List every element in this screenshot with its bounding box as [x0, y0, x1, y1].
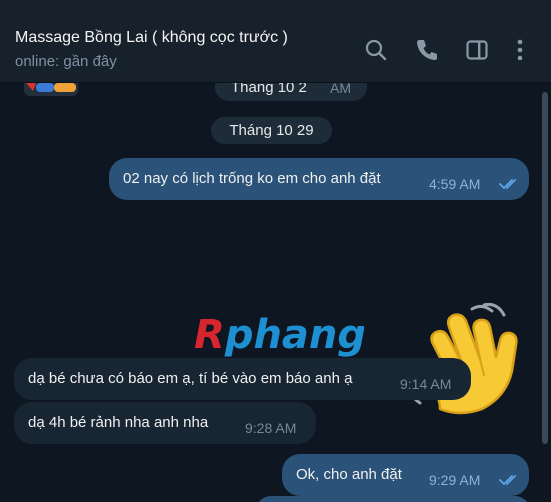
message-outgoing[interactable]: 02 nay có lịch trống ko em cho anh đặt 4… — [109, 158, 529, 200]
scrollbar-thumb[interactable] — [542, 92, 548, 444]
message-text: dạ bé chưa có báo em ạ, tí bé vào em báo… — [28, 370, 353, 387]
message-text: dạ 4h bé rảnh nha anh nha — [28, 414, 209, 431]
watermark-logo: Rphang — [194, 310, 366, 358]
message-time-previous: AM — [330, 83, 351, 96]
date-separator-previous-label: Tháng 10 2 — [231, 83, 307, 96]
read-ticks-icon — [499, 474, 521, 486]
more-vertical-icon[interactable] — [507, 37, 533, 63]
date-separator: Tháng 10 29 — [211, 117, 332, 144]
message-time: 9:28 AM — [245, 420, 297, 436]
message-list[interactable]: Tháng 10 2 AM Tháng 10 29 02 nay có lịch… — [0, 83, 540, 502]
message-incoming[interactable]: dạ 4h bé rảnh nha anh nha 9:28 AM — [14, 402, 316, 444]
message-text: 02 nay có lịch trống ko em cho anh đặt — [123, 170, 381, 187]
chat-status: online: gần đây — [15, 53, 117, 70]
message-incoming[interactable]: dạ bé chưa có báo em ạ, tí bé vào em báo… — [14, 358, 471, 400]
watermark-text: Rphang — [194, 312, 364, 358]
message-text: Ok, cho anh đặt — [296, 466, 402, 483]
search-icon[interactable] — [363, 37, 389, 63]
read-ticks-icon — [499, 178, 521, 190]
telegram-chat-window: Massage Bồng Lai ( không cọc trước ) onl… — [0, 0, 551, 502]
chat-header[interactable]: Massage Bồng Lai ( không cọc trước ) onl… — [0, 0, 551, 83]
date-separator-label: Tháng 10 29 — [229, 122, 314, 139]
message-time: 4:59 AM — [429, 176, 481, 192]
message-time: 9:29 AM — [429, 472, 481, 488]
sidebar-toggle-icon[interactable] — [464, 37, 490, 63]
message-outgoing-partial[interactable] — [256, 496, 530, 502]
message-outgoing[interactable]: Ok, cho anh đặt 9:29 AM — [282, 454, 529, 496]
media-thumbnail-partial[interactable] — [24, 83, 78, 96]
chat-title[interactable]: Massage Bồng Lai ( không cọc trước ) — [15, 29, 288, 47]
message-time: 9:14 AM — [400, 376, 452, 392]
phone-icon[interactable] — [414, 37, 440, 63]
